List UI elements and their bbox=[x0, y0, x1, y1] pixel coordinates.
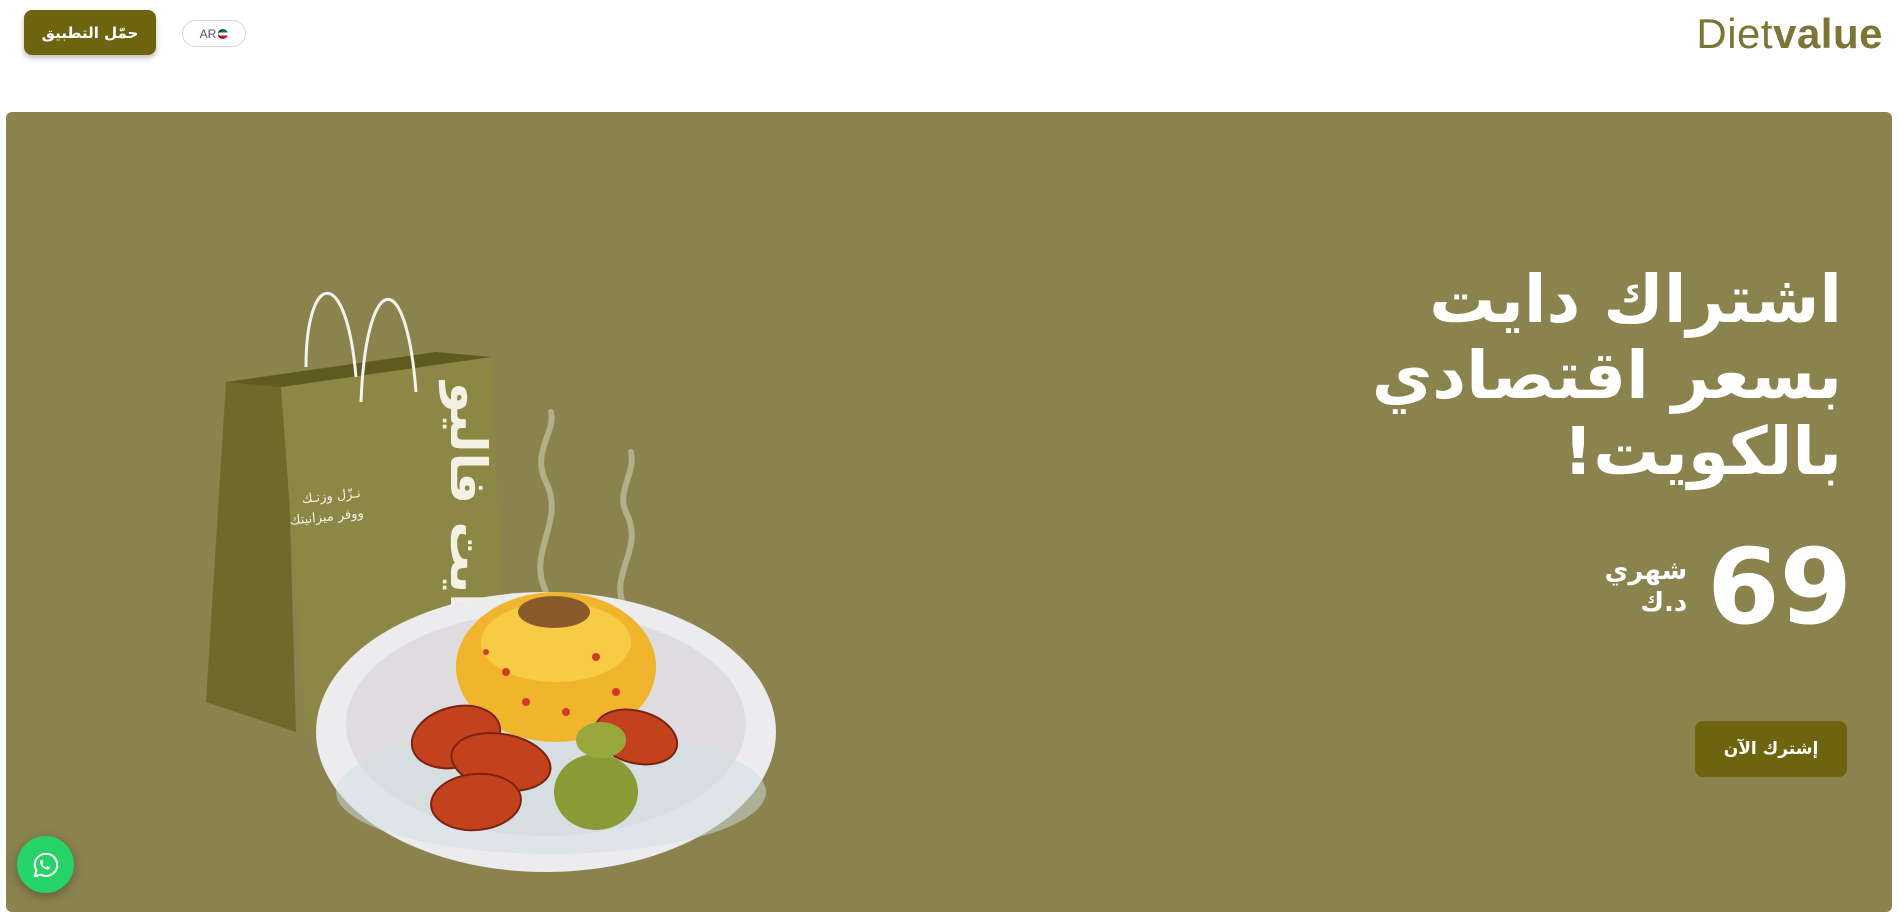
download-app-button[interactable]: حمّل التطبيق bbox=[24, 10, 156, 55]
headline-line-2: بسعر اقتصادي bbox=[1371, 337, 1842, 414]
plate-rim-shadow bbox=[336, 730, 766, 854]
headline-line-1: اشتراك دايت bbox=[1429, 261, 1842, 338]
subscribe-now-button[interactable]: إشترك الآن bbox=[1695, 721, 1847, 777]
bag-side bbox=[206, 377, 296, 732]
bag-handle-left bbox=[304, 291, 358, 378]
green-sauce-1 bbox=[554, 754, 638, 830]
whatsapp-button[interactable] bbox=[17, 836, 74, 893]
logo-text-diet: Diet bbox=[1696, 10, 1774, 57]
food-bag-and-plate-illustration: دايت فاليو نـزّل وزنـك ووفر ميزانيتك bbox=[206, 291, 776, 872]
green-sauce-2 bbox=[576, 722, 626, 758]
language-label: AR bbox=[199, 26, 217, 41]
logo-text-value: value bbox=[1773, 10, 1883, 57]
price-block: شهري د.ك 69 bbox=[1605, 532, 1852, 642]
fried-onions bbox=[518, 596, 590, 628]
whatsapp-icon bbox=[33, 852, 58, 877]
site-header: حمّل التطبيق AR Dietvalue bbox=[0, 0, 1899, 100]
headline-line-3: بالكويت! bbox=[1563, 413, 1842, 490]
site-logo[interactable]: Dietvalue bbox=[1696, 10, 1883, 58]
hero-headline: اشتراك دايت بسعر اقتصادي بالكويت! bbox=[1372, 262, 1842, 490]
kuwait-flag-icon bbox=[218, 28, 229, 39]
price-period: شهري bbox=[1604, 556, 1688, 586]
hero-banner: دايت فاليو نـزّل وزنـك ووفر ميزانيتك اشت… bbox=[6, 112, 1892, 912]
price-currency: د.ك bbox=[1640, 588, 1688, 618]
language-switcher[interactable]: AR bbox=[182, 20, 246, 47]
price-units: شهري د.ك bbox=[1605, 555, 1688, 619]
price-amount: 69 bbox=[1707, 526, 1852, 648]
